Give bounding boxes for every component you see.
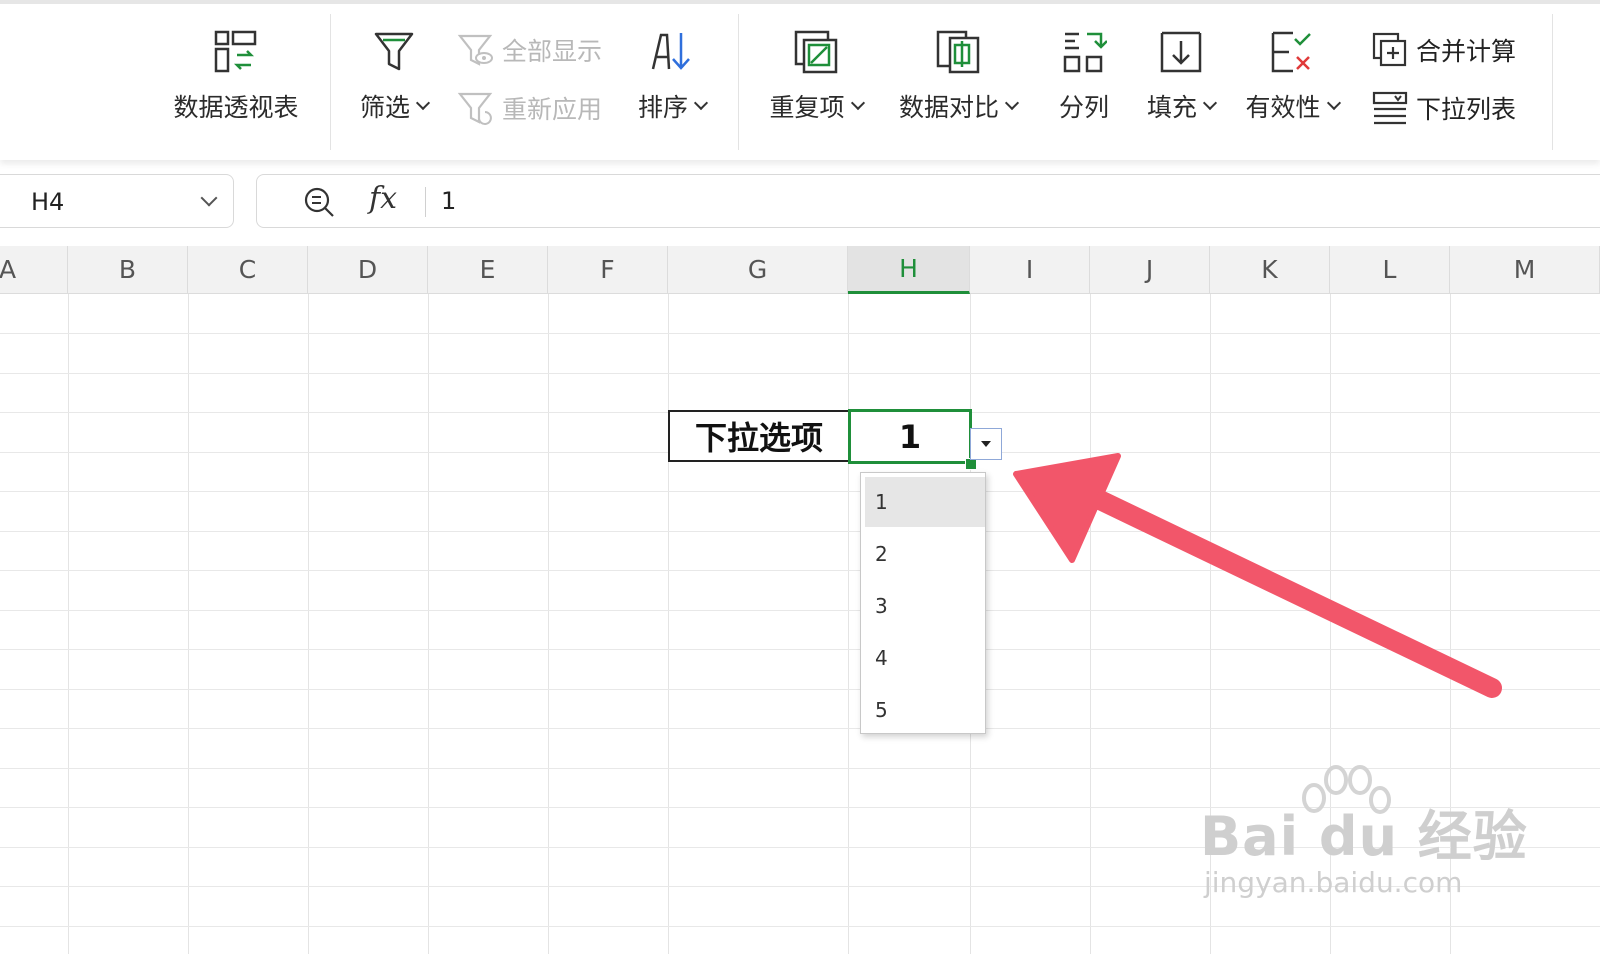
watermark-url: jingyan.baidu.com bbox=[1204, 866, 1463, 899]
watermark-brand: Bai du 经验 bbox=[1200, 805, 1528, 868]
